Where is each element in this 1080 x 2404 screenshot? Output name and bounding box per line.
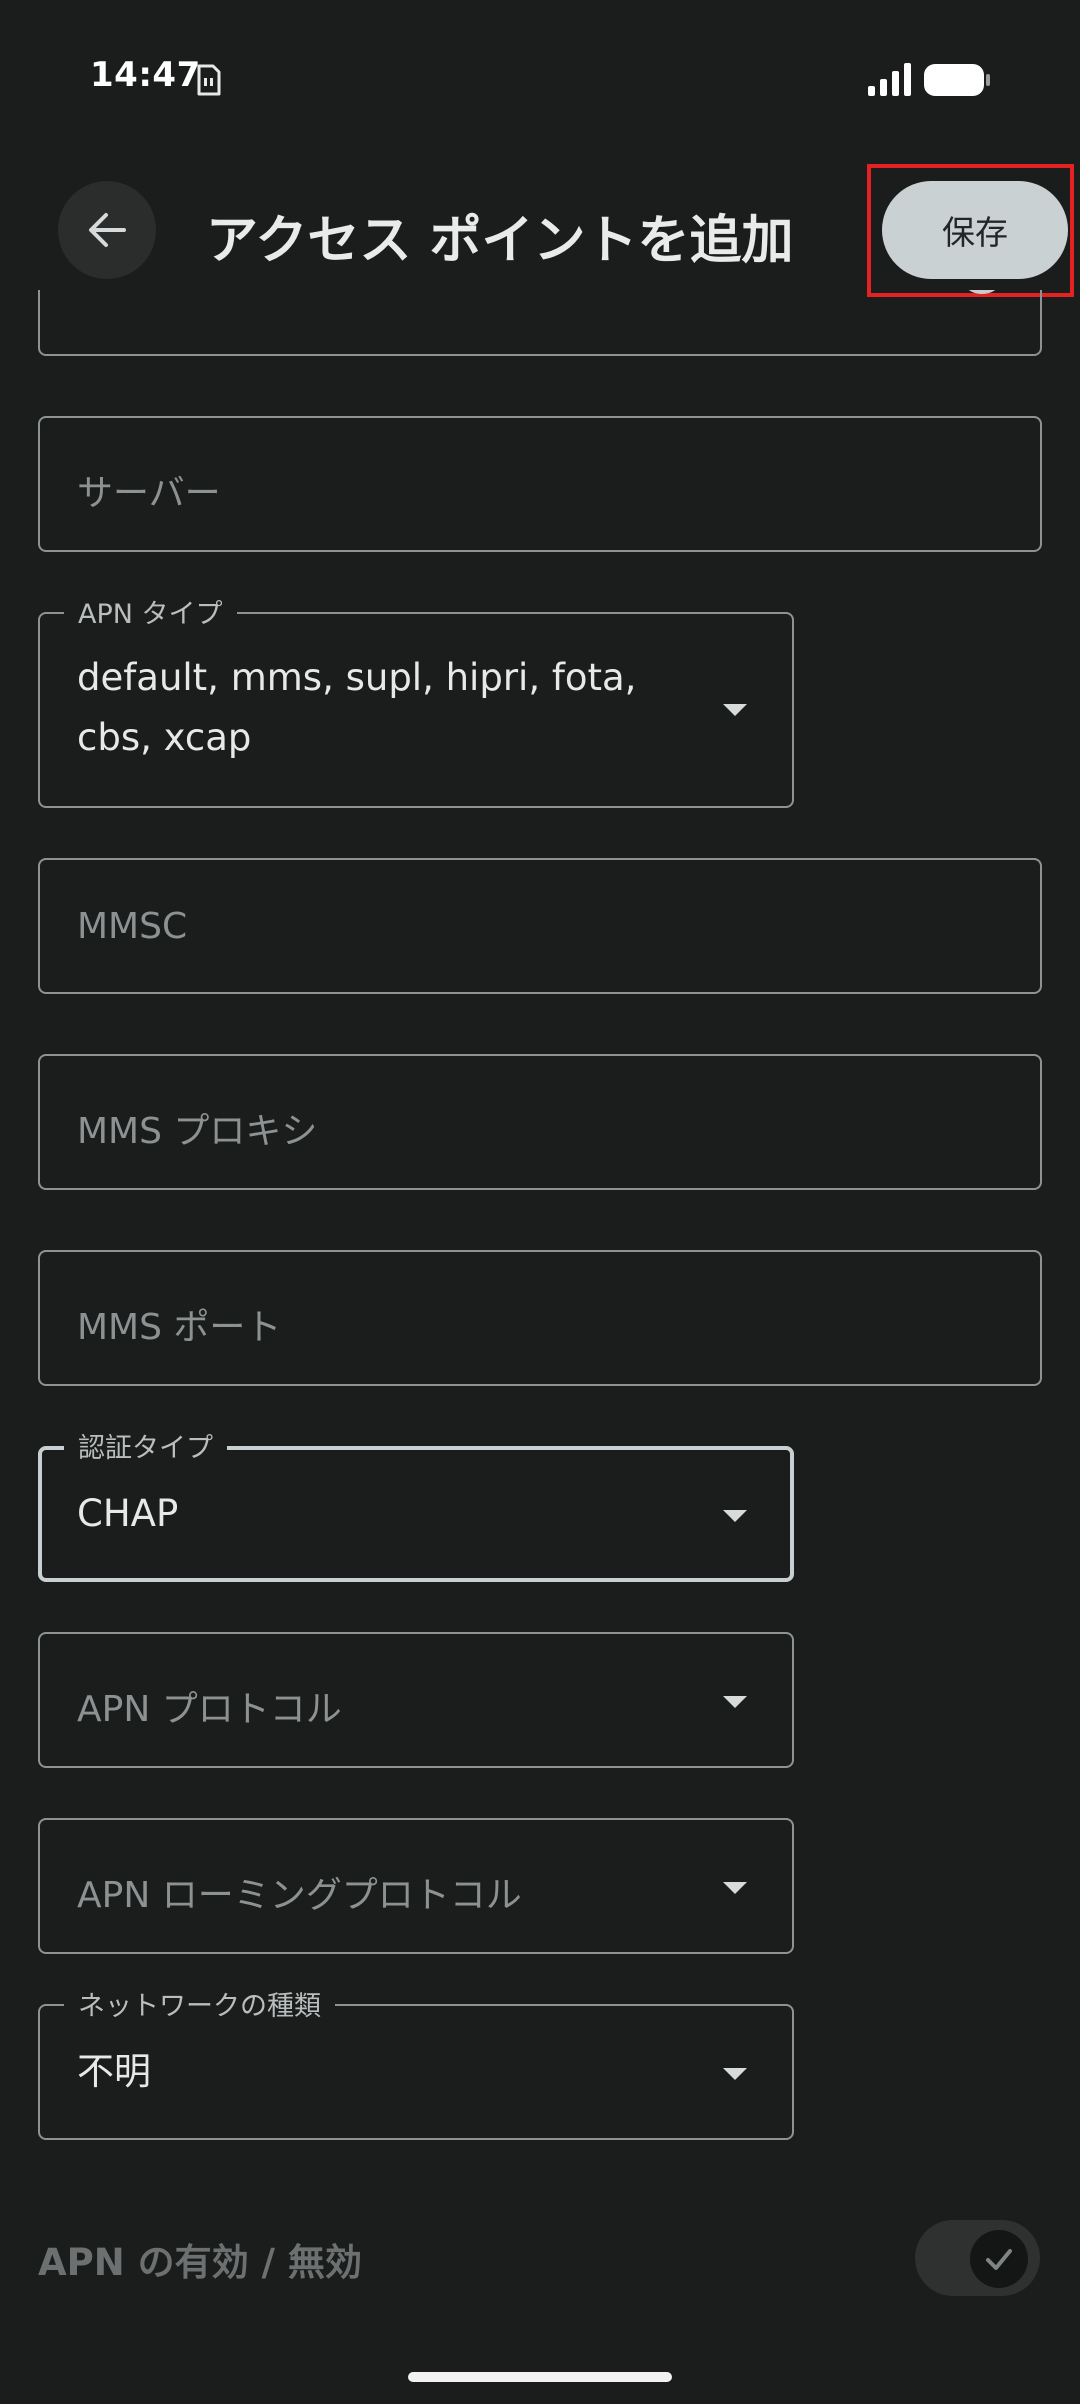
mms-proxy-placeholder: MMS プロキシ bbox=[77, 1111, 318, 1152]
mms-proxy-field[interactable]: MMS プロキシ bbox=[38, 1054, 1042, 1190]
apn-type-value-line2: cbs, xcap bbox=[77, 716, 252, 759]
auth-type-value: CHAP bbox=[77, 1492, 179, 1535]
caret-down-icon bbox=[723, 1696, 747, 1708]
mms-port-field[interactable]: MMS ポート bbox=[38, 1250, 1042, 1386]
apn-type-value-line1: default, mms, supl, hipri, fota, bbox=[77, 656, 637, 699]
arrow-left-icon bbox=[89, 213, 126, 247]
mmsc-placeholder: MMSC bbox=[77, 906, 188, 947]
home-indicator[interactable] bbox=[408, 2372, 672, 2382]
auth-type-select[interactable]: 認証タイプ CHAP bbox=[38, 1426, 794, 1582]
apn-roaming-protocol-select[interactable]: APN ローミングプロトコル bbox=[38, 1818, 794, 1954]
mms-port-placeholder: MMS ポート bbox=[77, 1307, 282, 1348]
form-content[interactable]: •••• サーバー APN タイプ default, mms, supl, hi… bbox=[0, 290, 1080, 2360]
eye-icon[interactable] bbox=[954, 290, 1010, 300]
mmsc-field[interactable]: MMSC bbox=[38, 858, 1042, 994]
check-icon bbox=[986, 2249, 1012, 2270]
caret-down-icon bbox=[723, 704, 747, 716]
server-placeholder: サーバー bbox=[77, 473, 221, 514]
cell-signal-icon bbox=[868, 63, 911, 96]
save-button[interactable]: 保存 bbox=[882, 181, 1068, 279]
apn-enable-label: APN の有効 / 無効 bbox=[38, 2241, 362, 2284]
network-type-value: 不明 bbox=[77, 2050, 151, 2093]
network-type-select[interactable]: ネットワークの種類 不明 bbox=[38, 1984, 794, 2140]
battery-icon bbox=[924, 64, 990, 96]
apn-type-label: APN タイプ bbox=[64, 592, 237, 631]
page-title: アクセス ポイントを追加 bbox=[206, 211, 794, 271]
password-field[interactable]: •••• bbox=[38, 290, 1042, 356]
apn-protocol-placeholder: APN プロトコル bbox=[77, 1689, 342, 1730]
apn-roaming-protocol-placeholder: APN ローミングプロトコル bbox=[77, 1875, 522, 1916]
apn-protocol-select[interactable]: APN プロトコル bbox=[38, 1632, 794, 1768]
toggle-thumb[interactable] bbox=[970, 2230, 1028, 2288]
sim-card-icon bbox=[197, 64, 221, 96]
apn-type-select[interactable]: APN タイプ default, mms, supl, hipri, fota,… bbox=[38, 592, 794, 808]
auth-type-label: 認証タイプ bbox=[64, 1426, 227, 1465]
caret-down-icon bbox=[723, 2068, 747, 2080]
caret-down-icon bbox=[723, 1882, 747, 1894]
network-type-label: ネットワークの種類 bbox=[64, 1984, 335, 2023]
password-value: •••• bbox=[77, 290, 156, 310]
caret-down-icon bbox=[723, 1510, 747, 1522]
server-field[interactable]: サーバー bbox=[38, 416, 1042, 552]
back-button[interactable] bbox=[58, 181, 156, 279]
status-time: 14:47 bbox=[90, 55, 201, 95]
